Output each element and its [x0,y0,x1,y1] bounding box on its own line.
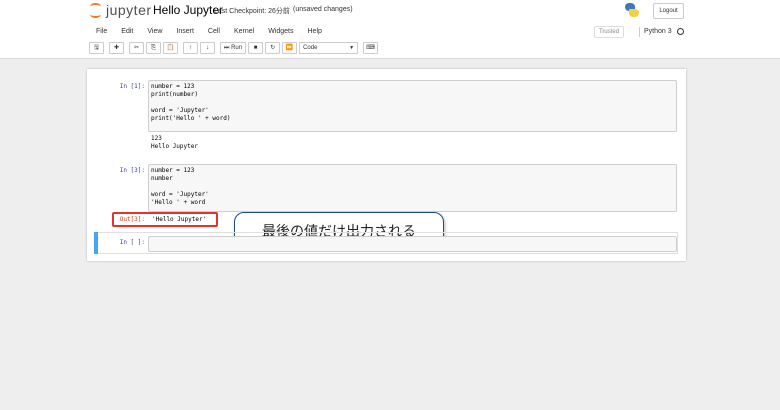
code-cell-1-text: number = 123 print(number) word = 'Jupyt… [151,83,230,123]
menu-edit[interactable]: Edit [121,26,133,38]
in-prompt-empty: In [ ]: [119,239,145,246]
restart-icon[interactable]: ↻ [265,42,281,54]
in-prompt-1: In [1]: [119,83,145,90]
toolbar: 🖫 ✚ ✂ ⎘ 📋 ↑ ↓ ⏭ Run ■ ↻ ⏩ Code ▼ ⌨ [89,42,380,54]
menu-file[interactable]: File [96,26,107,38]
trusted-indicator[interactable]: Trusted [594,26,624,38]
cell-type-select[interactable]: Code ▼ [299,42,359,54]
logo-text: jupyter [106,2,152,18]
output-highlight-box [112,212,218,227]
in-prompt-3: In [3]: [119,167,145,174]
code-line: number = 123 [151,167,195,174]
move-down-icon[interactable]: ↓ [200,42,215,54]
menu-widgets[interactable]: Widgets [268,26,293,38]
output-line: 123 [151,135,162,142]
stdout-cell-1: 123 Hello Jupyter [151,135,198,151]
menubar: File Edit View Insert Cell Kernel Widget… [89,26,329,38]
jupyter-logo-icon [89,2,103,18]
cut-icon[interactable]: ✂ [129,42,144,54]
jupyter-logo[interactable]: jupyter [89,1,152,19]
output-line: Hello Jupyter [151,143,198,150]
move-up-icon[interactable]: ↑ [183,42,198,54]
logout-button[interactable]: Logout [653,3,684,19]
menu-kernel[interactable]: Kernel [234,26,254,38]
restart-run-all-icon[interactable]: ⏩ [282,42,298,54]
menu-insert[interactable]: Insert [176,26,194,38]
paste-icon[interactable]: 📋 [163,42,178,54]
code-line: number = 123 [151,83,195,90]
code-line: print(number) [151,91,198,98]
save-icon[interactable]: 🖫 [89,42,104,54]
interrupt-icon[interactable]: ■ [248,42,264,54]
code-line: number [151,175,173,182]
code-cell-empty[interactable] [148,236,677,252]
keyboard-icon[interactable]: ⌨ [363,42,379,54]
insert-cell-icon[interactable]: ✚ [109,42,124,54]
top-bar: jupyter Hello Jupyter Last Checkpoint: 2… [0,0,780,59]
kernel-idle-icon [677,28,684,35]
code-line: print('Hello ' + word) [151,115,231,122]
cell-type-value: Code [303,45,318,51]
copy-icon[interactable]: ⎘ [146,42,161,54]
code-line: 'Hello ' + word [151,199,206,206]
chevron-down-icon: ▼ [349,45,355,51]
code-line: word = 'Jupyter' [151,107,209,114]
code-cell-3-text: number = 123 number word = 'Jupyter' 'He… [151,167,209,207]
run-icon: ⏭ [224,45,230,51]
menu-help[interactable]: Help [308,26,322,38]
menu-cell[interactable]: Cell [208,26,220,38]
checkpoint-status: Last Checkpoint: 26分前 [214,8,290,15]
notebook-title[interactable]: Hello Jupyter [153,3,223,17]
run-button[interactable]: ⏭ Run [220,42,247,54]
code-line: word = 'Jupyter' [151,191,209,198]
header: jupyter Hello Jupyter Last Checkpoint: 2… [0,0,780,22]
kernel-name: Python 3 [639,27,672,37]
python-logo-icon [625,3,639,17]
code-cell-3[interactable] [148,164,677,212]
menu-view[interactable]: View [147,26,162,38]
run-label: Run [231,45,243,51]
autosave-status: (unsaved changes) [293,6,353,13]
